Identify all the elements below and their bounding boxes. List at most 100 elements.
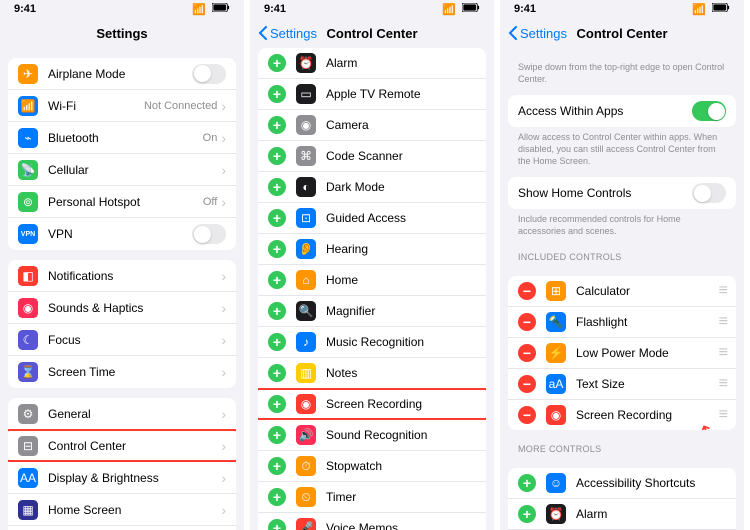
guided-icon: ⊡ bbox=[296, 208, 316, 228]
drag-handle-icon[interactable]: ≡ bbox=[719, 406, 726, 424]
settings-row-homescreen[interactable]: ▦Home Screen› bbox=[8, 494, 236, 526]
control-row-appletv[interactable]: +▭Apple TV Remote bbox=[258, 79, 486, 110]
status-time: 9:41 bbox=[514, 3, 536, 15]
screenrec-icon: ◉ bbox=[546, 405, 566, 425]
add-button[interactable]: + bbox=[268, 54, 286, 72]
settings-row-hotspot[interactable]: ⊚Personal HotspotOff› bbox=[8, 186, 236, 218]
toggle-row[interactable]: Show Home Controls bbox=[508, 177, 736, 209]
row-label: Access Within Apps bbox=[518, 104, 692, 118]
control-row-home[interactable]: +⌂Home bbox=[258, 265, 486, 296]
settings-row-general[interactable]: ⚙General› bbox=[8, 398, 236, 430]
included-row-flashlight[interactable]: −🔦Flashlight≡ bbox=[508, 307, 736, 338]
add-button[interactable]: + bbox=[268, 519, 286, 530]
included-row-textsize[interactable]: −aAText Size≡ bbox=[508, 369, 736, 400]
row-label: Screen Recording bbox=[326, 397, 476, 411]
signal-icon: 📶 bbox=[192, 3, 206, 16]
toggle[interactable] bbox=[692, 183, 726, 203]
add-button[interactable]: + bbox=[268, 426, 286, 444]
settings-row-airplane[interactable]: ✈Airplane Mode bbox=[8, 58, 236, 90]
control-row-screenrec[interactable]: +◉Screen Recording bbox=[258, 389, 486, 420]
add-button[interactable]: + bbox=[268, 271, 286, 289]
add-button[interactable]: + bbox=[268, 116, 286, 134]
add-button[interactable]: + bbox=[268, 364, 286, 382]
more-controls-list[interactable]: +⏰Alarm+▭Apple TV Remote+◉Camera+⌘Code S… bbox=[250, 48, 494, 530]
row-label: Low Power Mode bbox=[576, 346, 719, 360]
control-row-soundrec[interactable]: +🔊Sound Recognition bbox=[258, 420, 486, 451]
remove-button[interactable]: − bbox=[518, 375, 536, 393]
add-button[interactable]: + bbox=[518, 505, 536, 523]
control-row-timer[interactable]: +⏲Timer bbox=[258, 482, 486, 513]
alarm-icon: ⏰ bbox=[296, 53, 316, 73]
add-button[interactable]: + bbox=[268, 209, 286, 227]
control-row-notes[interactable]: +▥Notes bbox=[258, 358, 486, 389]
remove-button[interactable]: − bbox=[518, 344, 536, 362]
drag-handle-icon[interactable]: ≡ bbox=[719, 344, 726, 362]
controlcenter-icon: ⊟ bbox=[18, 436, 38, 456]
included-row-calculator[interactable]: −⊞Calculator≡ bbox=[508, 276, 736, 307]
included-row-lowpower[interactable]: −⚡Low Power Mode≡ bbox=[508, 338, 736, 369]
add-button[interactable]: + bbox=[268, 147, 286, 165]
settings-row-screentime[interactable]: ⌛Screen Time› bbox=[8, 356, 236, 388]
control-row-music[interactable]: +♪Music Recognition bbox=[258, 327, 486, 358]
settings-row-sounds[interactable]: ◉Sounds & Haptics› bbox=[8, 292, 236, 324]
remove-button[interactable]: − bbox=[518, 313, 536, 331]
battery-icon bbox=[712, 3, 730, 15]
section-header-more: More Controls bbox=[500, 430, 744, 458]
add-button[interactable]: + bbox=[268, 488, 286, 506]
control-row-hearing[interactable]: +👂Hearing bbox=[258, 234, 486, 265]
settings-row-display[interactable]: AADisplay & Brightness› bbox=[8, 462, 236, 494]
control-row-guided[interactable]: +⊡Guided Access bbox=[258, 203, 486, 234]
settings-row-controlcenter[interactable]: ⊟Control Center› bbox=[8, 430, 236, 462]
add-button[interactable]: + bbox=[268, 457, 286, 475]
add-button[interactable]: + bbox=[268, 395, 286, 413]
remove-button[interactable]: − bbox=[518, 282, 536, 300]
drag-handle-icon[interactable]: ≡ bbox=[719, 282, 726, 300]
drag-handle-icon[interactable]: ≡ bbox=[719, 375, 726, 393]
toggle-row[interactable]: Access Within Apps bbox=[508, 95, 736, 127]
phone-settings: 9:41 📶 Settings ✈Airplane Mode📶Wi-FiNot … bbox=[0, 0, 250, 530]
settings-row-notifications[interactable]: ◧Notifications› bbox=[8, 260, 236, 292]
control-row-alarm[interactable]: +⏰Alarm bbox=[258, 48, 486, 79]
back-button[interactable]: Settings bbox=[258, 26, 317, 41]
add-button[interactable]: + bbox=[268, 85, 286, 103]
control-row-darkmode[interactable]: +◐Dark Mode bbox=[258, 172, 486, 203]
add-button[interactable]: + bbox=[518, 474, 536, 492]
add-button[interactable]: + bbox=[268, 333, 286, 351]
add-button[interactable]: + bbox=[268, 302, 286, 320]
add-controls-group: +⏰Alarm+▭Apple TV Remote+◉Camera+⌘Code S… bbox=[258, 48, 486, 530]
control-row-codescanner[interactable]: +⌘Code Scanner bbox=[258, 141, 486, 172]
control-row-voicememos[interactable]: +🎤Voice Memos bbox=[258, 513, 486, 530]
remove-button[interactable]: − bbox=[518, 406, 536, 424]
settings-row-wifi[interactable]: 📶Wi-FiNot Connected› bbox=[8, 90, 236, 122]
settings-row-vpn[interactable]: VPNVPN bbox=[8, 218, 236, 250]
control-row-stopwatch[interactable]: +⏱Stopwatch bbox=[258, 451, 486, 482]
display-icon: AA bbox=[18, 468, 38, 488]
settings-row-cellular[interactable]: 📡Cellular› bbox=[8, 154, 236, 186]
chevron-right-icon: › bbox=[221, 364, 226, 380]
settings-row-accessibility[interactable]: ☺Accessibility› bbox=[8, 526, 236, 530]
nav-bar: Settings Control Center bbox=[250, 18, 494, 48]
notes-icon: ▥ bbox=[296, 363, 316, 383]
more-row-access[interactable]: +☺Accessibility Shortcuts bbox=[508, 468, 736, 499]
toggle[interactable] bbox=[692, 101, 726, 121]
settings-list[interactable]: ✈Airplane Mode📶Wi-FiNot Connected›⌁Bluet… bbox=[0, 48, 244, 530]
row-label: Sounds & Haptics bbox=[48, 301, 221, 315]
included-row-screenrec[interactable]: −◉Screen Recording≡↖ bbox=[508, 400, 736, 430]
more-row-alarm[interactable]: +⏰Alarm bbox=[508, 499, 736, 530]
toggle[interactable] bbox=[192, 224, 226, 244]
voicememos-icon: 🎤 bbox=[296, 518, 316, 530]
control-row-magnifier[interactable]: +🔍Magnifier bbox=[258, 296, 486, 327]
control-row-camera[interactable]: +◉Camera bbox=[258, 110, 486, 141]
back-button[interactable]: Settings bbox=[508, 26, 567, 41]
nav-bar: Settings Control Center bbox=[500, 18, 744, 48]
toggle[interactable] bbox=[192, 64, 226, 84]
status-bar: 9:41 📶 bbox=[500, 0, 744, 18]
settings-row-bluetooth[interactable]: ⌁BluetoothOn› bbox=[8, 122, 236, 154]
row-label: Wi-Fi bbox=[48, 99, 144, 113]
chevron-right-icon: › bbox=[221, 502, 226, 518]
add-button[interactable]: + bbox=[268, 240, 286, 258]
settings-row-focus[interactable]: ☾Focus› bbox=[8, 324, 236, 356]
drag-handle-icon[interactable]: ≡ bbox=[719, 313, 726, 331]
control-center-settings[interactable]: Swipe down from the top-right edge to op… bbox=[500, 48, 744, 530]
add-button[interactable]: + bbox=[268, 178, 286, 196]
